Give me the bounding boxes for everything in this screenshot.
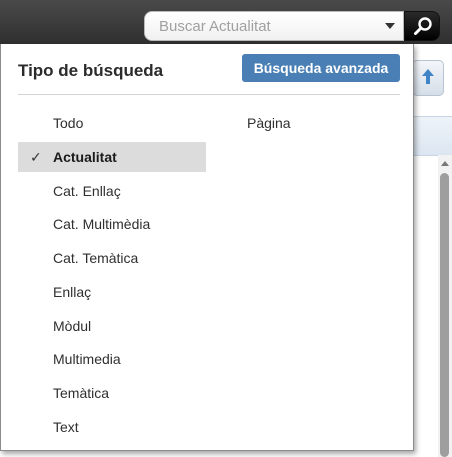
screen: Tipo de búsqueda Búsqueda avanzada Todo … xyxy=(0,0,452,457)
search-box[interactable] xyxy=(144,11,404,41)
search-input[interactable] xyxy=(159,18,369,35)
upload-arrow-icon xyxy=(422,69,434,84)
option-label: Actualitat xyxy=(53,149,117,165)
panel-title: Tipo de búsqueda xyxy=(18,61,164,80)
option-label: Text xyxy=(53,419,79,435)
advanced-search-button[interactable]: Búsqueda avanzada xyxy=(242,54,400,82)
option-label: Todo xyxy=(53,115,84,131)
checkmark-icon: ✓ xyxy=(30,149,42,165)
divider xyxy=(18,94,400,95)
background-header-strip xyxy=(414,116,452,156)
option-enllac[interactable]: Enllaç xyxy=(18,277,206,307)
option-cat-enllac[interactable]: Cat. Enllaç xyxy=(18,176,206,206)
option-label: Cat. Temàtica xyxy=(53,250,139,266)
search-type-panel: Tipo de búsqueda Búsqueda avanzada Todo … xyxy=(0,44,414,451)
option-modul[interactable]: Mòdul xyxy=(18,311,206,341)
option-label: Cat. Multimèdia xyxy=(53,216,151,232)
option-cat-multimedia[interactable]: Cat. Multimèdia xyxy=(18,209,206,239)
top-bar xyxy=(0,0,452,44)
caret-down-icon[interactable] xyxy=(385,23,395,29)
magnifier-icon xyxy=(414,17,432,35)
option-label: Cat. Enllaç xyxy=(53,183,121,199)
option-text[interactable]: Text xyxy=(18,412,206,442)
option-label: Mòdul xyxy=(53,318,92,334)
toolbar-upload-button[interactable] xyxy=(412,60,444,96)
option-actualitat[interactable]: ✓ Actualitat xyxy=(18,142,206,172)
option-label: Temàtica xyxy=(53,385,110,401)
option-cat-tematica[interactable]: Cat. Temàtica xyxy=(18,243,206,273)
scrollbar[interactable] xyxy=(438,155,452,457)
search-button[interactable] xyxy=(404,11,440,41)
option-todo[interactable]: Todo xyxy=(18,108,206,138)
option-label: Multimedia xyxy=(53,351,121,367)
option-label: Enllaç xyxy=(53,284,92,300)
option-tematica[interactable]: Temàtica xyxy=(18,378,206,408)
option-multimedia[interactable]: Multimedia xyxy=(18,344,206,374)
option-label: Pàgina xyxy=(247,115,291,131)
option-pagina[interactable]: Pàgina xyxy=(212,108,400,138)
scroll-up-icon[interactable] xyxy=(441,161,449,166)
scrollbar-thumb[interactable] xyxy=(440,173,449,457)
